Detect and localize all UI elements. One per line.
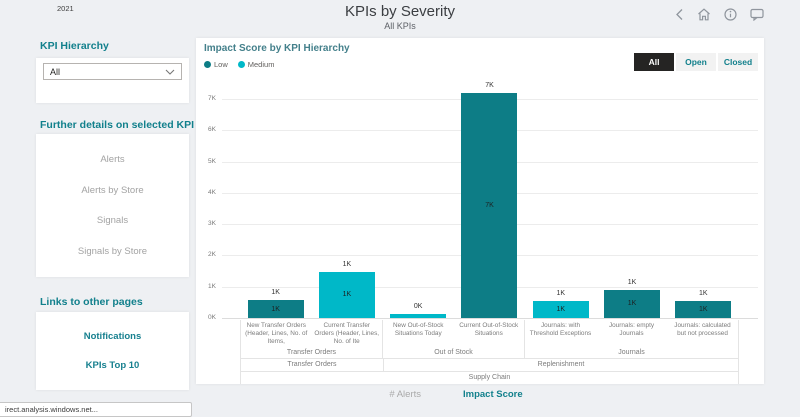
bar-inside-label: 1K — [319, 272, 375, 318]
filter-button-all[interactable]: All — [634, 53, 674, 71]
leaf-label-row: New Out-of-Stock Situations TodayCurrent… — [383, 320, 524, 348]
leaf-label-row: New Transfer Orders (Header, Lines, No. … — [241, 320, 382, 348]
sidebar-link-notifications[interactable]: Notifications — [36, 331, 189, 342]
y-tick-1K: 1K — [196, 283, 216, 290]
comment-icon[interactable] — [750, 8, 764, 21]
x-axis-level1-row: New Transfer Orders (Header, Lines, No. … — [241, 320, 738, 358]
x-axis-group-out-of-stock: New Out-of-Stock Situations TodayCurrent… — [383, 320, 525, 358]
x-axis-level4-row: Supply Chain — [241, 371, 738, 384]
x-axis-group-label: Out of Stock — [383, 348, 524, 358]
chevron-down-icon — [165, 69, 175, 75]
bar-value-label: 1K — [319, 261, 375, 268]
x-category-label[interactable]: New Transfer Orders (Header, Lines, No. … — [241, 320, 312, 348]
x-axis-level4-supply-chain: Supply Chain — [241, 372, 738, 384]
bar-inside-label: 1K — [533, 301, 589, 318]
legend-label-medium: Medium — [248, 60, 275, 69]
status-url: irect.analysis.windows.net... — [0, 402, 192, 417]
x-axis-level3-row: Transfer OrdersReplenishment — [241, 358, 738, 371]
x-axis-hierarchy: New Transfer Orders (Header, Lines, No. … — [240, 320, 739, 384]
kpi-hierarchy-dropdown[interactable]: All — [43, 63, 182, 80]
leaf-label-row: Journals: with Threshold ExceptionsJourn… — [525, 320, 738, 348]
other-pages-heading: Links to other pages — [40, 296, 143, 308]
info-icon[interactable] — [724, 8, 737, 21]
bar-value-label: 1K — [533, 290, 589, 297]
y-tick-7K: 7K — [196, 95, 216, 102]
legend-item-medium: Medium — [238, 60, 275, 69]
legend-label-low: Low — [214, 60, 228, 69]
further-details-card: Alerts Alerts by Store Signals Signals by S… — [36, 134, 189, 277]
y-tick-2K: 2K — [196, 251, 216, 258]
y-tick-5K: 5K — [196, 158, 216, 165]
x-axis-group-transfer-orders: New Transfer Orders (Header, Lines, No. … — [241, 320, 383, 358]
x-category-label[interactable]: Current Transfer Orders (Header, Lines, … — [312, 320, 383, 348]
page-tabs: # Alerts Impact Score — [172, 389, 740, 400]
home-icon[interactable] — [697, 8, 711, 21]
severity-filter-buttons: AllOpenClosed — [634, 53, 758, 71]
sidebar-link-alerts[interactable]: Alerts — [36, 154, 189, 165]
y-tick-0K: 0K — [196, 314, 216, 321]
bar-inside-label: 1K — [604, 290, 660, 318]
gridline-0K — [222, 318, 758, 319]
kpi-hierarchy-heading: KPI Hierarchy — [40, 40, 109, 52]
page-subtitle: All KPIs — [0, 21, 800, 31]
chart-title: Impact Score by KPI Hierarchy — [204, 43, 350, 54]
bar-inside-label: 1K — [675, 301, 731, 318]
x-category-label[interactable]: Journals: with Threshold Exceptions — [525, 320, 596, 348]
further-details-heading: Further details on selected KPI — [40, 119, 194, 131]
chart-legend: Low Medium — [204, 60, 274, 69]
bar-inside-label: 7K — [461, 93, 517, 318]
legend-dot-low — [204, 61, 211, 68]
x-axis-level3-replenishment: Replenishment — [383, 359, 738, 371]
bar-value-label: 0K — [390, 303, 446, 310]
kpi-hierarchy-card: All — [36, 58, 189, 103]
bar-value-label: 1K — [675, 290, 731, 297]
chart-bar-new-out-of-stock-situations-to[interactable] — [390, 314, 446, 318]
kpi-hierarchy-selected-value: All — [50, 67, 60, 77]
top-bar: 2021 KPIs by Severity All KPIs — [0, 0, 800, 30]
sidebar-link-kpis-top-10[interactable]: KPIs Top 10 — [36, 360, 189, 371]
chevron-left-icon[interactable] — [675, 8, 684, 21]
filter-button-open[interactable]: Open — [676, 53, 716, 71]
x-category-label[interactable]: Current Out-of-Stock Situations — [454, 320, 525, 348]
toolbar-icons — [675, 8, 764, 21]
bar-value-label: 1K — [248, 289, 304, 296]
x-category-label[interactable]: New Out-of-Stock Situations Today — [383, 320, 454, 348]
x-category-label[interactable]: Journals: calculated but not processed — [667, 320, 738, 348]
footer-tab-impact-score[interactable]: Impact Score — [463, 389, 523, 400]
bar-inside-label: 1K — [248, 300, 304, 318]
x-axis-group-label: Transfer Orders — [241, 348, 382, 358]
footer-tab-alerts[interactable]: # Alerts — [389, 389, 421, 400]
sidebar-link-alerts-by-store[interactable]: Alerts by Store — [36, 185, 189, 196]
x-axis-level3-transfer-orders: Transfer Orders — [241, 359, 383, 371]
impact-score-visual: Impact Score by KPI Hierarchy LowMedium … — [196, 38, 764, 384]
other-pages-card: Notifications KPIs Top 10 — [36, 312, 189, 390]
sidebar-link-signals[interactable]: Signals — [36, 215, 189, 226]
y-tick-4K: 4K — [196, 189, 216, 196]
x-axis-group-label: Journals — [525, 348, 738, 358]
sidebar-link-signals-by-store[interactable]: Signals by Store — [36, 246, 189, 257]
legend-item-low: Low — [204, 60, 228, 69]
filter-button-closed[interactable]: Closed — [718, 53, 758, 71]
x-axis-group-journals: Journals: with Threshold ExceptionsJourn… — [525, 320, 738, 358]
y-tick-6K: 6K — [196, 126, 216, 133]
bar-value-label: 1K — [604, 279, 660, 286]
y-tick-3K: 3K — [196, 220, 216, 227]
legend-dot-medium — [238, 61, 245, 68]
x-category-label[interactable]: Journals: empty Journals — [596, 320, 667, 348]
bar-value-label: 7K — [461, 82, 517, 89]
